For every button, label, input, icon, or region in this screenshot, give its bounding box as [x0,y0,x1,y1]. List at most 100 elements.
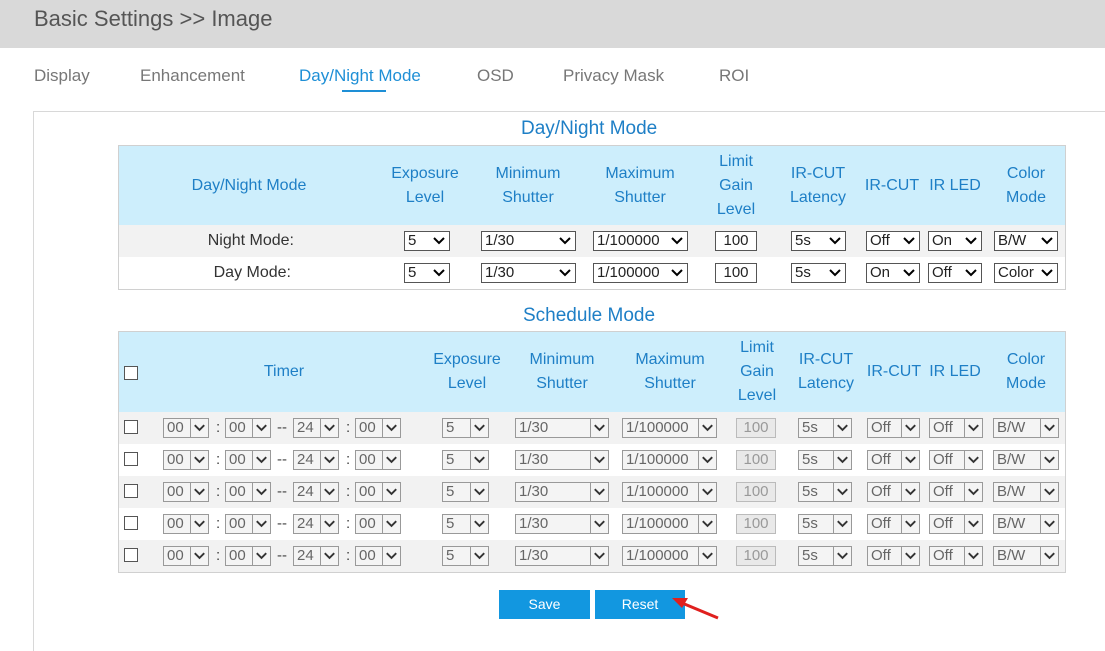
exposure-select[interactable]: 5 [442,482,489,502]
night-ir-led-select[interactable]: On [928,231,982,251]
exposure-select[interactable]: 5 [442,418,489,438]
end-minute-select[interactable]: 00 [355,514,401,534]
ir-cut-select[interactable]: Off [867,482,920,502]
max-shutter-select[interactable]: 1/100000 [622,546,717,566]
tab-day-night-mode[interactable]: Day/Night Mode [299,66,421,86]
night-ir-cut-select[interactable]: Off [866,231,920,251]
start-minute-select[interactable]: 00 [225,514,271,534]
start-hour-select[interactable]: 00 [163,514,209,534]
ir-cut-select[interactable]: Off [867,546,920,566]
gain-input[interactable]: 100 [736,546,776,566]
chevron-down-icon [901,419,916,437]
max-shutter-select[interactable]: 1/100000 [622,482,717,502]
chevron-down-icon [382,547,397,565]
min-shutter-select[interactable]: 1/30 [515,482,609,502]
color-mode-select[interactable]: B/W [993,546,1059,566]
chevron-down-icon [320,419,335,437]
night-exposure-select[interactable]: 5 [404,231,450,251]
ir-led-select[interactable]: Off [929,482,983,502]
tab-privacy-mask[interactable]: Privacy Mask [563,66,664,86]
end-hour-select[interactable]: 24 [293,514,339,534]
min-shutter-select[interactable]: 1/30 [515,418,609,438]
start-minute-select[interactable]: 00 [225,482,271,502]
end-minute-select[interactable]: 00 [355,482,401,502]
day-min-shutter-select[interactable]: 1/30 [481,263,576,283]
start-hour-select[interactable]: 00 [163,418,209,438]
latency-select[interactable]: 5s [798,418,852,438]
gain-input[interactable]: 100 [736,482,776,502]
end-hour-select[interactable]: 24 [293,546,339,566]
schedule-row-checkbox[interactable] [124,516,138,530]
min-shutter-select[interactable]: 1/30 [515,450,609,470]
chevron-down-icon [470,419,485,437]
select-all-checkbox[interactable] [124,366,138,380]
tab-display[interactable]: Display [34,66,90,86]
night-min-shutter-select[interactable]: 1/30 [481,231,576,251]
gain-input[interactable]: 100 [736,514,776,534]
schedule-row-checkbox[interactable] [124,420,138,434]
schedule-row: 00:00 -- 24:00 5 1/30 1/100000 100 5s Off Off B/W [119,476,1065,508]
exposure-select[interactable]: 5 [442,514,489,534]
schedule-row-checkbox[interactable] [124,452,138,466]
night-color-mode-select[interactable]: B/W [994,231,1058,251]
night-gain-input[interactable]: 100 [715,231,757,251]
day-ir-led-select[interactable]: Off [928,263,982,283]
end-hour-select[interactable]: 24 [293,450,339,470]
ir-cut-select[interactable]: Off [867,514,920,534]
start-hour-select[interactable]: 00 [163,450,209,470]
exposure-select[interactable]: 5 [442,450,489,470]
exposure-select[interactable]: 5 [442,546,489,566]
day-gain-input[interactable]: 100 [715,263,757,283]
end-minute-select[interactable]: 00 [355,546,401,566]
max-shutter-select[interactable]: 1/100000 [622,450,717,470]
latency-select[interactable]: 5s [798,450,852,470]
day-color-mode-select[interactable]: Color [994,263,1058,283]
start-hour-select[interactable]: 00 [163,546,209,566]
min-shutter-select[interactable]: 1/30 [515,514,609,534]
tab-roi[interactable]: ROI [719,66,749,86]
max-shutter-select[interactable]: 1/100000 [622,514,717,534]
schedule-row-checkbox[interactable] [124,548,138,562]
ir-led-select[interactable]: Off [929,546,983,566]
latency-select[interactable]: 5s [798,514,852,534]
color-mode-select[interactable]: B/W [993,418,1059,438]
color-mode-select[interactable]: B/W [993,450,1059,470]
end-minute-select[interactable]: 00 [355,418,401,438]
tab-enhancement[interactable]: Enhancement [140,66,245,86]
gain-input[interactable]: 100 [736,418,776,438]
latency-select[interactable]: 5s [798,482,852,502]
end-minute-select[interactable]: 00 [355,450,401,470]
day-ir-cut-select[interactable]: On [866,263,920,283]
chevron-down-icon [964,451,979,469]
ir-led-select[interactable]: Off [929,514,983,534]
day-max-shutter-select[interactable]: 1/100000 [593,263,688,283]
latency-select[interactable]: 5s [798,546,852,566]
day-exposure-select[interactable]: 5 [404,263,450,283]
start-minute-select[interactable]: 00 [225,418,271,438]
end-hour-select[interactable]: 24 [293,482,339,502]
ir-cut-select[interactable]: Off [867,418,920,438]
schedule-row-checkbox[interactable] [124,484,138,498]
chevron-down-icon [964,547,979,565]
color-mode-select[interactable]: B/W [993,514,1059,534]
ir-led-select[interactable]: Off [929,450,983,470]
schedule-row: 00:00 -- 24:00 5 1/30 1/100000 100 5s Off Off B/W [119,412,1065,444]
tab-osd[interactable]: OSD [477,66,514,86]
color-mode-select[interactable]: B/W [993,482,1059,502]
ir-led-select[interactable]: Off [929,418,983,438]
start-minute-select[interactable]: 00 [225,546,271,566]
night-latency-select[interactable]: 5s [791,231,846,251]
start-hour-select[interactable]: 00 [163,482,209,502]
gain-input[interactable]: 100 [736,450,776,470]
ir-cut-select[interactable]: Off [867,450,920,470]
end-hour-select[interactable]: 24 [293,418,339,438]
start-minute-select[interactable]: 00 [225,450,271,470]
save-button[interactable]: Save [499,590,590,619]
time-separator: : [346,451,351,468]
day-latency-select[interactable]: 5s [791,263,846,283]
min-shutter-select[interactable]: 1/30 [515,546,609,566]
chevron-down-icon [964,419,979,437]
chevron-down-icon [671,237,683,245]
max-shutter-select[interactable]: 1/100000 [622,418,717,438]
night-max-shutter-select[interactable]: 1/100000 [593,231,688,251]
